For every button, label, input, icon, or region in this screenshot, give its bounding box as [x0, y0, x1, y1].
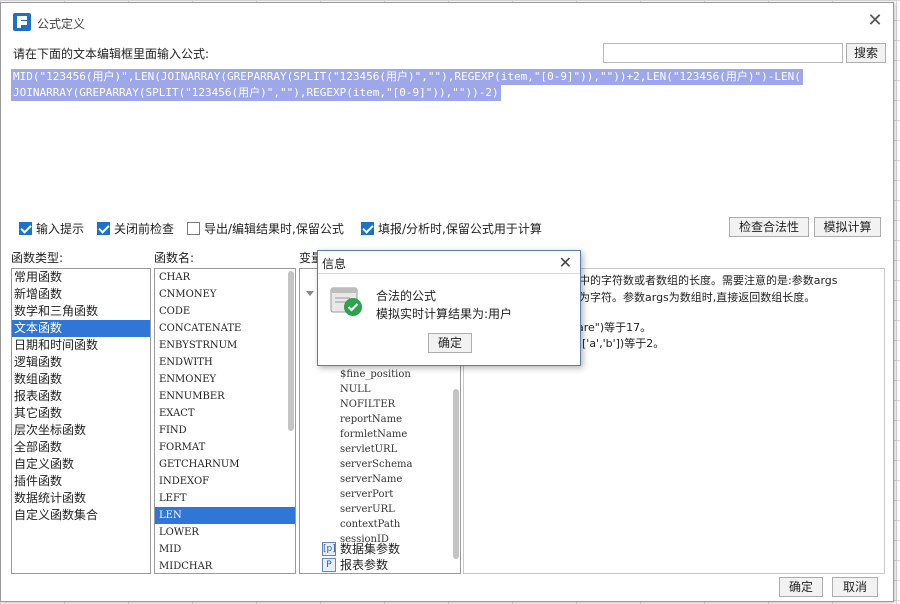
- description-line-3: are")等于17。: [577, 321, 652, 334]
- parameter-icon: [p]: [322, 542, 336, 556]
- variable-item[interactable]: contextPath: [340, 517, 400, 532]
- popup-message-valid: 合法的公式: [376, 289, 437, 303]
- keep-formula-calc-label: 填报/分析时,保留公式用于计算: [378, 221, 542, 236]
- variable-item[interactable]: reportName: [340, 412, 402, 427]
- category-item[interactable]: 逻辑函数: [12, 354, 150, 371]
- category-item[interactable]: 数学和三角函数: [12, 303, 150, 320]
- function-item[interactable]: FIND: [155, 422, 295, 439]
- function-item[interactable]: ENNUMBER: [155, 388, 295, 405]
- popup-close-icon[interactable]: ✕: [559, 253, 572, 272]
- function-column-label: 函数名:: [154, 251, 195, 265]
- success-check-icon: [330, 287, 362, 316]
- option-keep-formula-calc[interactable]: 填报/分析时,保留公式用于计算: [361, 220, 542, 236]
- check-validity-button[interactable]: 检查合法性: [729, 217, 809, 237]
- category-column-label: 函数类型:: [11, 251, 64, 265]
- function-item[interactable]: ENMONEY: [155, 371, 295, 388]
- option-keep-formula-export[interactable]: 导出/编辑结果时,保留公式: [187, 220, 344, 236]
- variable-item[interactable]: serverURL: [340, 502, 395, 517]
- category-item[interactable]: 数组函数: [12, 371, 150, 388]
- popup-title: 信息: [322, 257, 347, 271]
- function-item[interactable]: INDEXOF: [155, 473, 295, 490]
- tree-node-label: 数据集参数: [340, 542, 401, 556]
- category-item[interactable]: 报表函数: [12, 388, 150, 405]
- category-item[interactable]: 日期和时间函数: [12, 337, 150, 354]
- category-item[interactable]: 插件函数: [12, 473, 150, 490]
- function-list-scrollbar[interactable]: [288, 271, 294, 431]
- info-popup: 信息 ✕ 合法的公式 模拟实时计算结果为:用户 确定: [317, 250, 581, 366]
- parameter-icon: P: [322, 558, 336, 572]
- popup-ok-button[interactable]: 确定: [428, 333, 472, 353]
- function-item[interactable]: CHAR: [155, 269, 295, 286]
- category-item[interactable]: 数据统计函数: [12, 490, 150, 507]
- title-bar: 公式定义 ✕: [1, 3, 893, 39]
- popup-divider: [318, 273, 580, 274]
- variable-item[interactable]: NOFILTER: [340, 397, 395, 412]
- check-before-close-checkbox[interactable]: [97, 221, 110, 235]
- category-item[interactable]: 常用函数: [12, 269, 150, 286]
- simulate-calc-button[interactable]: 模拟计算: [814, 217, 881, 237]
- function-item[interactable]: MIDCHAR: [155, 558, 295, 573]
- category-item[interactable]: 文本函数: [12, 320, 150, 337]
- category-list[interactable]: 常用函数 新增函数 数学和三角函数 文本函数 日期和时间函数 逻辑函数 数组函数 报表函数 其它…: [11, 268, 151, 574]
- search-input[interactable]: [603, 43, 843, 63]
- variable-item[interactable]: formletName: [340, 427, 407, 442]
- variable-item[interactable]: $fine_position: [340, 367, 411, 382]
- category-item[interactable]: 层次坐标函数: [12, 422, 150, 439]
- function-item[interactable]: LEFT: [155, 490, 295, 507]
- description-line-1: 串中的字符数或者数组的长度。需要注意的是:参数args: [568, 274, 838, 287]
- variable-item[interactable]: serverName: [340, 472, 402, 487]
- variable-item[interactable]: serverPort: [340, 487, 393, 502]
- function-item[interactable]: LOWER: [155, 524, 295, 541]
- option-input-hint[interactable]: 输入提示: [19, 220, 84, 236]
- function-item[interactable]: GETCHARNUM: [155, 456, 295, 473]
- collapse-arrow-icon[interactable]: [306, 291, 314, 296]
- description-line-2: 计为字符。参数args为数组时,直接返回数组长度。: [568, 291, 816, 304]
- variable-tree-scrollbar[interactable]: [453, 389, 459, 559]
- variable-item[interactable]: NULL: [340, 382, 370, 397]
- option-check-before-close[interactable]: 关闭前检查: [97, 220, 174, 236]
- cancel-button[interactable]: 取消: [832, 577, 878, 597]
- formula-definition-dialog: 公式定义 ✕ 请在下面的文本编辑框里面输入公式: 搜索 MID("123456(…: [0, 2, 894, 602]
- input-hint-checkbox[interactable]: [19, 221, 32, 235]
- app-logo-icon: [13, 13, 31, 31]
- dialog-title: 公式定义: [37, 17, 86, 31]
- function-item[interactable]: ENBYSTRNUM: [155, 337, 295, 354]
- popup-message-result: 模拟实时计算结果为:用户: [376, 307, 513, 321]
- tree-node[interactable]: [p] 数据集参数: [322, 541, 400, 557]
- function-list[interactable]: CHAR CNMONEY CODE CONCATENATE ENBYSTRNUM ENDW…: [154, 268, 296, 574]
- close-icon[interactable]: ✕: [865, 11, 885, 31]
- category-item[interactable]: 新增函数: [12, 286, 150, 303]
- formula-line-1: MID("123456(用户)",LEN(JOINARRAY(GREPARRAY…: [11, 69, 803, 85]
- function-item[interactable]: EXACT: [155, 405, 295, 422]
- variable-item[interactable]: serverSchema: [340, 457, 412, 472]
- tree-node-label: 报表参数: [340, 558, 389, 572]
- keep-formula-export-label: 导出/编辑结果时,保留公式: [204, 221, 344, 236]
- category-item[interactable]: 自定义函数: [12, 456, 150, 473]
- check-before-close-label: 关闭前检查: [114, 221, 175, 236]
- keep-formula-export-checkbox[interactable]: [187, 221, 200, 235]
- search-button[interactable]: 搜索: [846, 43, 886, 63]
- description-line-4: ['a','b'])等于2。: [582, 337, 665, 350]
- function-item[interactable]: FORMAT: [155, 439, 295, 456]
- category-item[interactable]: 全部函数: [12, 439, 150, 456]
- formula-prompt-label: 请在下面的文本编辑框里面输入公式:: [13, 47, 210, 61]
- variable-item[interactable]: servletURL: [340, 442, 397, 457]
- tree-node[interactable]: P 报表参数: [322, 557, 388, 573]
- ok-button[interactable]: 确定: [779, 577, 823, 597]
- formula-line-2: JOINARRAY(GREPARRAY(SPLIT("123456(用户)","…: [11, 85, 501, 101]
- function-item[interactable]: CODE: [155, 303, 295, 320]
- formula-editor[interactable]: MID("123456(用户)",LEN(JOINARRAY(GREPARRAY…: [5, 67, 887, 211]
- function-item[interactable]: MID: [155, 541, 295, 558]
- function-item[interactable]: CONCATENATE: [155, 320, 295, 337]
- category-item[interactable]: 其它函数: [12, 405, 150, 422]
- input-hint-label: 输入提示: [36, 221, 85, 236]
- function-item[interactable]: LEN: [155, 507, 295, 524]
- keep-formula-calc-checkbox[interactable]: [361, 221, 374, 235]
- function-item[interactable]: CNMONEY: [155, 286, 295, 303]
- category-item[interactable]: 自定义函数集合: [12, 507, 150, 524]
- function-item[interactable]: ENDWITH: [155, 354, 295, 371]
